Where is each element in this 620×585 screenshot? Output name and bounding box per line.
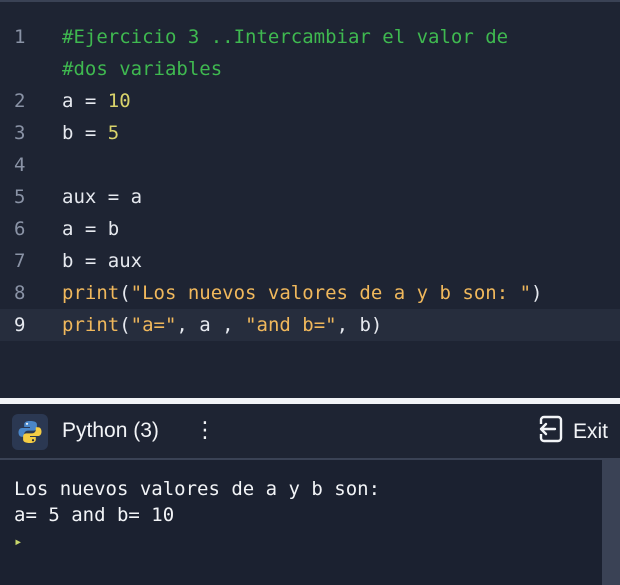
code-editor[interactable]: 1 #Ejercicio 3 ..Intercambiar el valor de… — [0, 0, 620, 398]
prompt-icon: ▸ — [14, 534, 23, 550]
code-line[interactable]: 8 print("Los nuevos valores de a y b son:… — [0, 277, 620, 309]
line-number: 2 — [14, 90, 26, 112]
code-token: a = — [62, 90, 108, 112]
code-text: print("a=", a , "and b=", b) — [62, 309, 382, 341]
code-text: b = 5 — [62, 117, 119, 149]
line-number: 5 — [14, 186, 26, 208]
console-scrollbar[interactable] — [602, 460, 620, 585]
line-number: 6 — [14, 218, 26, 240]
exit-button[interactable]: Exit — [535, 414, 608, 450]
code-line[interactable]: #dos variables — [0, 53, 620, 85]
code-line[interactable]: 2 a = 10 — [0, 85, 620, 117]
code-token: ( — [119, 314, 131, 336]
code-text: b = aux — [62, 245, 142, 277]
code-text: #dos variables — [62, 53, 222, 85]
code-token: "a=" — [130, 314, 177, 336]
code-line[interactable]: 4 — [0, 149, 620, 181]
code-line[interactable]: 3 b = 5 — [0, 117, 620, 149]
code-text: a = b — [62, 213, 119, 245]
code-token: "Los nuevos valores de a y b son: " — [130, 282, 532, 304]
console-output-line: a= 5 and b= 10 — [14, 504, 175, 526]
line-number: 9 — [14, 314, 26, 336]
line-number: 3 — [14, 122, 26, 144]
code-text: a = 10 — [62, 85, 131, 117]
line-number: 8 — [14, 282, 26, 304]
code-token: #dos variables — [62, 58, 223, 80]
exit-door-icon — [535, 414, 565, 450]
line-number: 4 — [14, 154, 26, 176]
code-token: 10 — [107, 90, 131, 112]
code-token: aux = a — [62, 186, 143, 208]
console-output-line: Los nuevos valores de a y b son: — [14, 478, 381, 500]
code-token: ) — [531, 282, 543, 304]
exit-label: Exit — [572, 420, 608, 443]
console-header: Python (3) ⋮ Exit — [0, 404, 620, 460]
code-token: print — [62, 282, 120, 304]
code-text: print("Los nuevos valores de a y b son: … — [62, 277, 542, 309]
code-line[interactable]: 9 print("a=", a , "and b=", b) — [0, 309, 620, 341]
code-text: aux = a — [62, 181, 142, 213]
line-number: 7 — [14, 250, 26, 272]
code-line[interactable]: 5 aux = a — [0, 181, 620, 213]
code-text: #Ejercicio 3 ..Intercambiar el valor de — [62, 21, 508, 53]
code-line[interactable]: 1 #Ejercicio 3 ..Intercambiar el valor de — [0, 21, 620, 53]
code-token: a = b — [62, 218, 120, 240]
code-line[interactable]: 6 a = b — [0, 213, 620, 245]
vertical-dots-icon[interactable]: ⋮ — [194, 416, 216, 446]
code-line[interactable]: 7 b = aux — [0, 245, 620, 277]
code-token: print — [62, 314, 120, 336]
console-output[interactable]: Los nuevos valores de a y b son: a= 5 an… — [0, 460, 602, 585]
python-logo-icon — [12, 414, 48, 450]
code-token: "and b=" — [245, 314, 337, 336]
code-token: #Ejercicio 3 ..Intercambiar el valor de — [62, 26, 509, 48]
code-token: 5 — [107, 122, 120, 144]
code-token: , a , — [176, 314, 246, 336]
code-token: b = — [62, 122, 108, 144]
line-number: 1 — [14, 26, 26, 48]
code-token: , b) — [336, 314, 383, 336]
code-token: ( — [119, 282, 131, 304]
console-title: Python (3) — [62, 419, 159, 442]
code-token: b = aux — [62, 250, 143, 272]
